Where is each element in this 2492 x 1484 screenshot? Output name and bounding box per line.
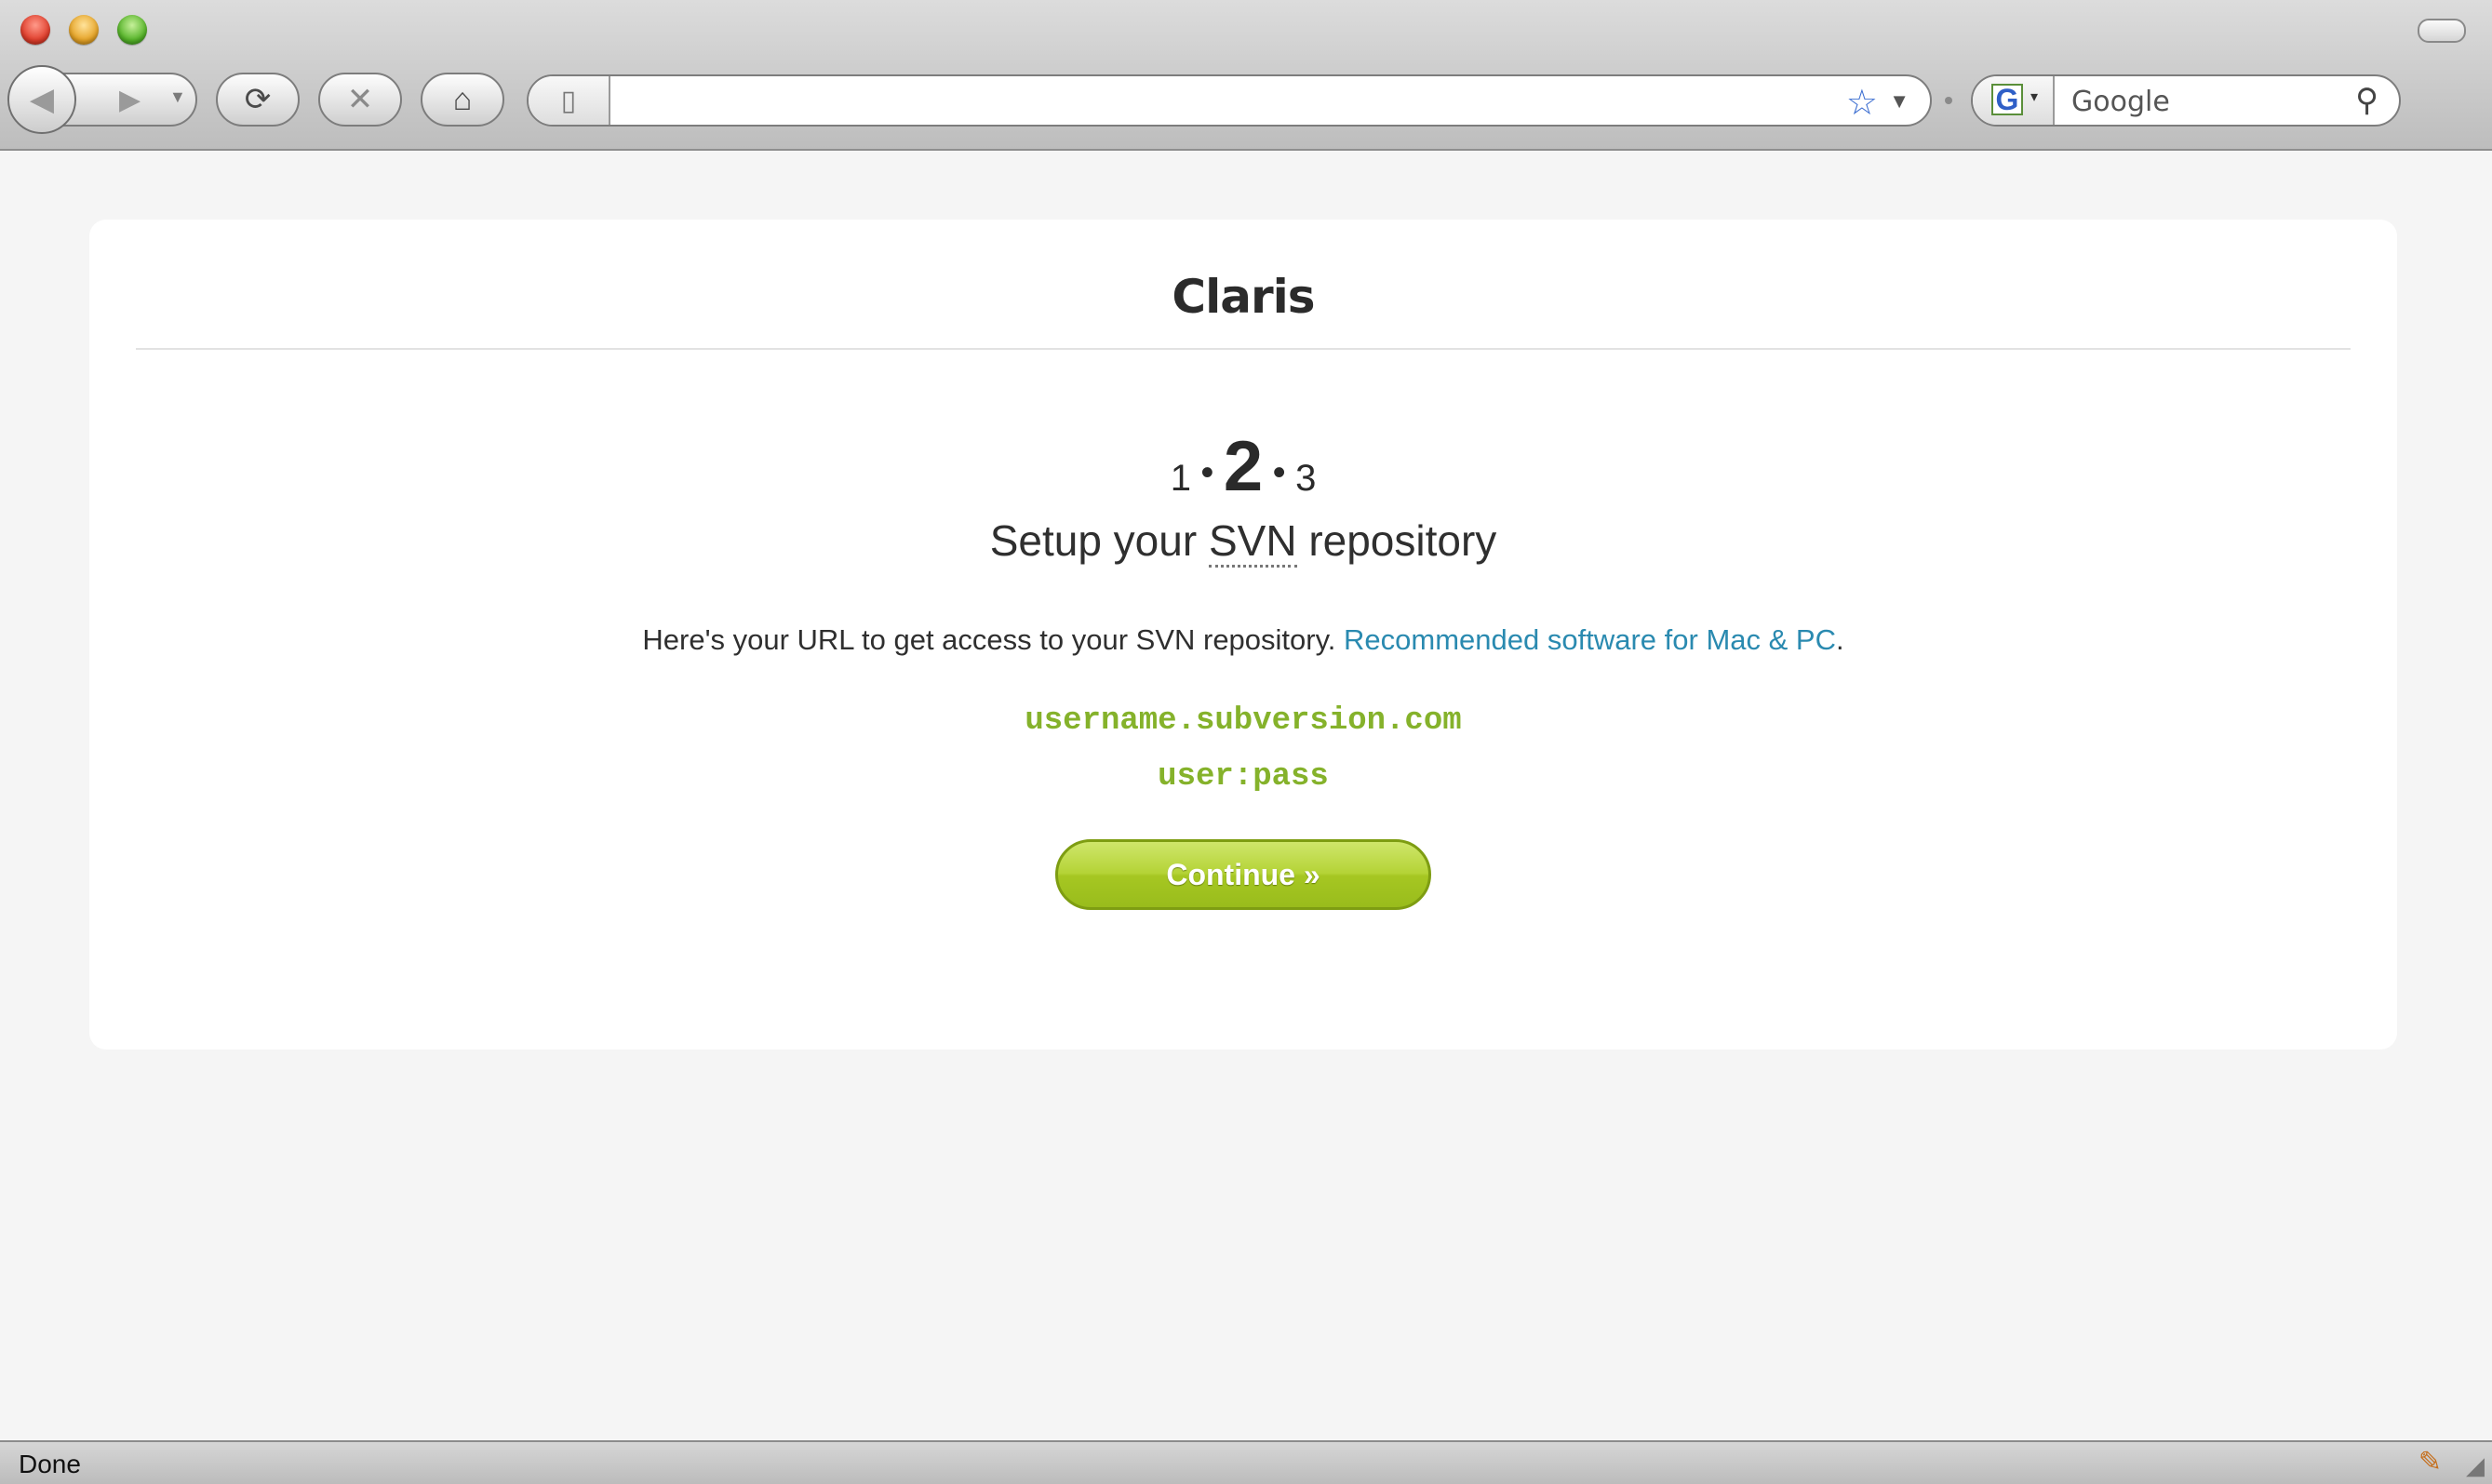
addon-icon[interactable]: ✎ — [2418, 1446, 2442, 1478]
title-divider — [136, 348, 2351, 350]
search-input[interactable] — [2070, 84, 2343, 119]
page-icon[interactable]: ▯ — [529, 76, 610, 125]
recommended-software-link[interactable]: Recommended software for Mac & PC — [1344, 623, 1836, 656]
step-2-current: 2 — [1223, 427, 1264, 506]
stop-button[interactable]: ✕ — [318, 73, 402, 127]
home-button[interactable]: ⌂ — [421, 73, 504, 127]
url-dropdown-icon[interactable]: ▼ — [1889, 89, 1909, 114]
browser-window: ◀ ▶ ▼ ⟳ ✕ ⌂ ▯ ☆ ▼ G ▾ ⚲ — [0, 0, 2492, 1484]
description: Here's your URL to get access to your SV… — [642, 623, 1345, 656]
step-separator: • — [1272, 452, 1286, 493]
continue-button[interactable]: Continue » — [1055, 839, 1431, 910]
address-bar[interactable]: ▯ ☆ ▼ — [527, 74, 1932, 127]
history-dropdown-icon[interactable]: ▼ — [169, 87, 186, 107]
repository-credentials: user:pass — [1158, 759, 1329, 795]
url-input[interactable] — [618, 84, 1785, 119]
description-text: Here's your URL to get access to your SV… — [89, 623, 2397, 657]
search-icon[interactable]: ⚲ — [2355, 82, 2378, 119]
description-trailing: . — [1835, 623, 1844, 656]
browser-toolbar: ◀ ▶ ▼ ⟳ ✕ ⌂ ▯ ☆ ▼ G ▾ ⚲ — [0, 0, 2492, 151]
site-title: Claris — [1172, 270, 1315, 324]
setup-card: Claris 1 • 2 • 3 Setup your SVN reposito… — [89, 220, 2397, 1049]
step-3: 3 — [1295, 458, 1317, 499]
zoom-window-button[interactable] — [117, 15, 147, 45]
toolbar-separator — [1945, 97, 1952, 104]
home-icon: ⌂ — [452, 81, 473, 117]
page-heading: Setup your SVN repository — [89, 515, 2397, 568]
google-engine-icon: G — [1991, 83, 2023, 116]
heading-prefix: Setup your — [989, 516, 1209, 565]
close-window-button[interactable] — [20, 15, 50, 45]
back-button[interactable]: ◀ — [7, 65, 76, 134]
heading-suffix: repository — [1296, 516, 1497, 565]
resize-grip-icon[interactable]: ◢ — [2466, 1451, 2485, 1480]
minimize-window-button[interactable] — [69, 15, 99, 45]
step-separator: • — [1200, 452, 1214, 493]
status-bar: Done ✎ ◢ — [0, 1440, 2492, 1484]
search-engine-selector[interactable]: G ▾ — [1973, 76, 2055, 125]
search-bar[interactable]: G ▾ ⚲ — [1971, 74, 2401, 127]
forward-icon[interactable]: ▶ — [119, 84, 141, 116]
page-content: Claris 1 • 2 • 3 Setup your SVN reposito… — [2, 151, 2490, 1440]
bookmark-star-icon[interactable]: ☆ — [1846, 82, 1878, 124]
reload-button[interactable]: ⟳ — [216, 73, 300, 127]
step-1: 1 — [1170, 458, 1191, 499]
toolbar-toggle-button[interactable] — [2418, 19, 2466, 43]
svn-abbreviation[interactable]: SVN — [1208, 516, 1297, 568]
status-text: Done — [19, 1450, 81, 1478]
stop-icon: ✕ — [346, 82, 374, 117]
step-indicator: 1 • 2 • 3 — [89, 426, 2397, 507]
repository-url: username.subversion.com — [1025, 703, 1462, 739]
reload-icon: ⟳ — [244, 82, 272, 117]
engine-dropdown-icon: ▾ — [2030, 89, 2039, 105]
back-icon: ◀ — [29, 82, 55, 117]
